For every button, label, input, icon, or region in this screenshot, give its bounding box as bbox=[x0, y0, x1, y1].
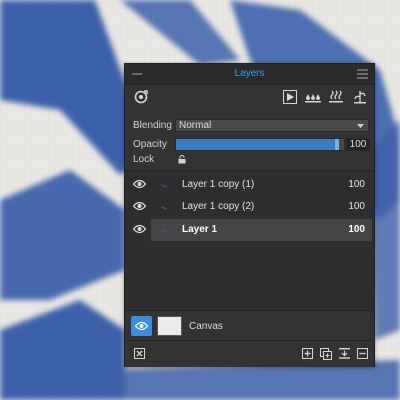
opacity-label: Opacity bbox=[133, 139, 167, 150]
add-layer-icon[interactable] bbox=[302, 348, 313, 359]
eye-icon[interactable] bbox=[133, 201, 146, 211]
opacity-slider-fill bbox=[176, 139, 335, 150]
layers-panel: Layers Blending Normal Opacity 100 Lock … bbox=[124, 63, 375, 367]
opacity-slider[interactable] bbox=[175, 138, 345, 151]
eye-icon bbox=[135, 321, 148, 331]
blending-label: Blending bbox=[133, 120, 172, 131]
lock-label: Lock bbox=[133, 154, 155, 165]
clear-icon[interactable] bbox=[134, 348, 145, 359]
delete-layer-icon[interactable] bbox=[357, 348, 368, 359]
chevron-down-icon bbox=[357, 124, 364, 128]
eye-icon[interactable] bbox=[133, 179, 146, 189]
panel-title: Layers bbox=[234, 68, 265, 79]
layer-name: Layer 1 bbox=[182, 224, 218, 235]
layer-thumbnail bbox=[161, 206, 168, 210]
layer-thumbnail bbox=[161, 229, 168, 233]
layer-row[interactable]: Layer 1 copy (2) 100 bbox=[125, 196, 374, 218]
layer-opacity: 100 bbox=[348, 224, 365, 235]
blending-dropdown[interactable]: Normal bbox=[175, 119, 369, 132]
layer-opacity: 100 bbox=[348, 201, 365, 212]
layer-name: Layer 1 copy (2) bbox=[182, 201, 255, 212]
menu-icon[interactable] bbox=[357, 69, 368, 79]
eye-icon[interactable] bbox=[133, 224, 146, 234]
canvas-label: Canvas bbox=[189, 321, 223, 332]
canvas-thumbnail bbox=[157, 316, 182, 336]
layer-row[interactable]: Layer 1 copy (1) 100 bbox=[125, 174, 374, 196]
panel-titlebar[interactable]: Layers bbox=[125, 64, 374, 85]
opacity-slider-handle[interactable] bbox=[335, 139, 339, 150]
layer-opacity: 100 bbox=[348, 179, 365, 190]
layer-thumbnail bbox=[161, 184, 168, 188]
visibility-target-icon[interactable] bbox=[134, 90, 148, 104]
bottom-toolbar bbox=[125, 340, 374, 367]
lock-icon[interactable] bbox=[178, 155, 186, 164]
canvas-layer-row[interactable]: Canvas bbox=[125, 310, 374, 339]
canvas-visibility-button[interactable] bbox=[131, 316, 152, 336]
layers-list: Layer 1 copy (1) 100 Layer 1 copy (2) 10… bbox=[125, 170, 374, 310]
opacity-value-field[interactable]: 100 bbox=[346, 138, 370, 151]
layer-row-selected[interactable]: Layer 1 100 bbox=[125, 219, 374, 241]
layer-name: Layer 1 copy (1) bbox=[182, 179, 255, 190]
steam-icon[interactable] bbox=[329, 90, 343, 104]
play-icon[interactable] bbox=[283, 90, 297, 104]
duplicate-layer-icon[interactable] bbox=[320, 348, 332, 360]
blending-value: Normal bbox=[179, 120, 212, 131]
brush-tool-icon[interactable] bbox=[353, 90, 367, 104]
drops-icon[interactable] bbox=[305, 91, 321, 103]
merge-down-icon[interactable] bbox=[339, 348, 350, 359]
